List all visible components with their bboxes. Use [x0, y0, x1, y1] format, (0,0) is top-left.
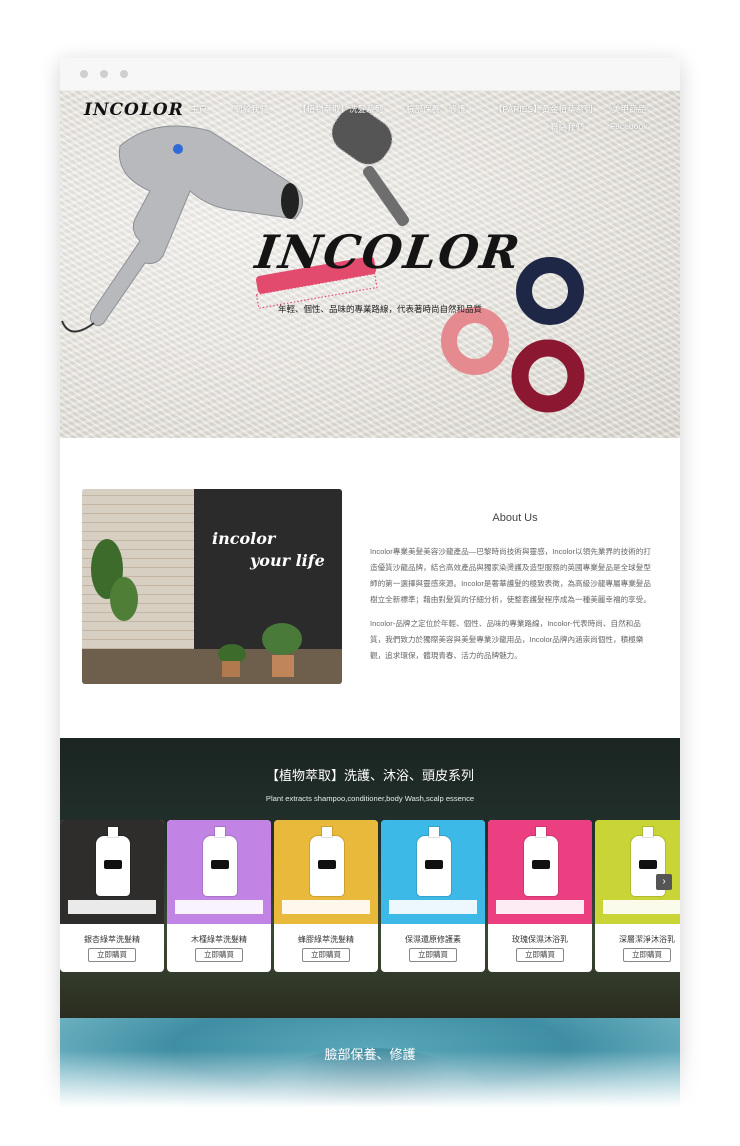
nav-item-contact[interactable]: 聯絡我們	[550, 121, 584, 133]
product-name[interactable]: 蜂膠綠萃洗髮精	[274, 934, 378, 945]
scrunchie-icon	[441, 257, 585, 413]
window-dot-icon	[80, 70, 88, 78]
window-dot-icon	[100, 70, 108, 78]
bottle-icon	[417, 827, 451, 896]
hero-title: INCOLOR	[252, 225, 525, 279]
product-image[interactable]	[595, 820, 680, 924]
bottle-icon	[310, 827, 344, 896]
about-title: About Us	[492, 512, 538, 524]
window-dot-icon	[120, 70, 128, 78]
about-paragraph-1: Incolor專業美髮美容沙龍產品—巴黎時尚技術與靈感，Incolor以領先業界…	[370, 547, 651, 604]
bottle-icon	[203, 827, 237, 896]
section-title: 【植物萃取】洗護、沐浴、頭皮系列	[265, 768, 474, 783]
product-name[interactable]: 保濕還原修護素	[381, 934, 485, 945]
product-card[interactable]: 蜂膠綠萃洗髮精 立即購買	[274, 820, 378, 972]
chevron-right-icon[interactable]: ›	[656, 874, 672, 890]
nav-item-home[interactable]: 主頁	[190, 103, 207, 115]
bottle-icon	[524, 827, 558, 896]
nav-item-facial[interactable]: 臉部保養、修護	[406, 103, 466, 115]
product-name[interactable]: 銀杏綠萃洗髮精	[60, 934, 164, 945]
product-card[interactable]: 玫瑰保濕沐浴乳 立即購買	[488, 820, 592, 972]
product-image[interactable]	[167, 820, 271, 924]
plant-icon	[91, 539, 302, 677]
nav-item-about[interactable]: 關於我們	[234, 103, 268, 115]
browser-chrome	[60, 58, 680, 91]
buy-now-button[interactable]: 立即購買	[302, 948, 350, 962]
buy-now-button[interactable]: 立即購買	[88, 948, 136, 962]
round-brush-icon	[331, 107, 410, 227]
buy-now-button[interactable]: 立即購買	[516, 948, 564, 962]
product-card[interactable]: 深層潔淨沐浴乳 立即購買	[595, 820, 680, 972]
buy-now-button[interactable]: 立即購買	[623, 948, 671, 962]
nav-item-shampoo[interactable]: 【植物萃取】洗髮系列	[298, 103, 383, 115]
product-name[interactable]: 木槿綠萃洗髮精	[167, 934, 271, 945]
product-card[interactable]: 銀杏綠萃洗髮精 立即購買	[60, 820, 164, 972]
product-name[interactable]: 玫瑰保濕沐浴乳	[488, 934, 592, 945]
hero-banner: INCOLOR 主頁 關於我們 【植物萃取】洗髮系列 臉部保養、修護 【PARI…	[60, 91, 680, 438]
product-image[interactable]	[381, 820, 485, 924]
about-image: incolor your life	[82, 489, 342, 684]
bottle-icon	[96, 827, 130, 896]
nav-item-facebook[interactable]: Facebook	[610, 121, 647, 131]
nav-item-nail[interactable]: 美甲商品	[612, 103, 646, 115]
product-image[interactable]	[274, 820, 378, 924]
product-card[interactable]: 木槿綠萃洗髮精 立即購買	[167, 820, 271, 972]
product-name[interactable]: 深層潔淨沐浴乳	[595, 934, 680, 945]
about-paragraph-2: Incolor-品牌之定位於年輕、個性、品味的專業路線，Incolor-代表時尚…	[370, 619, 644, 660]
buy-now-button[interactable]: 立即購買	[195, 948, 243, 962]
bottom-fade	[0, 1050, 740, 1146]
product-image[interactable]	[488, 820, 592, 924]
product-image[interactable]	[60, 820, 164, 924]
buy-now-button[interactable]: 立即購買	[409, 948, 457, 962]
plant-extract-section: 【植物萃取】洗護、沐浴、頭皮系列 Plant extracts shampoo,…	[60, 738, 680, 1018]
site-logo[interactable]: INCOLOR	[84, 100, 184, 120]
browser-window: INCOLOR 主頁 關於我們 【植物萃取】洗髮系列 臉部保養、修護 【PARI…	[60, 58, 680, 1118]
product-card[interactable]: 保濕還原修護素 立即購買	[381, 820, 485, 972]
nav-item-paries[interactable]: 【PARIES】黃金植萃系列	[494, 103, 593, 115]
hero-subtitle: 年輕、個性、品味的專業路線，代表著時尚自然和品質	[278, 304, 483, 314]
section-subtitle: Plant extracts shampoo,conditioner,body …	[265, 794, 475, 803]
